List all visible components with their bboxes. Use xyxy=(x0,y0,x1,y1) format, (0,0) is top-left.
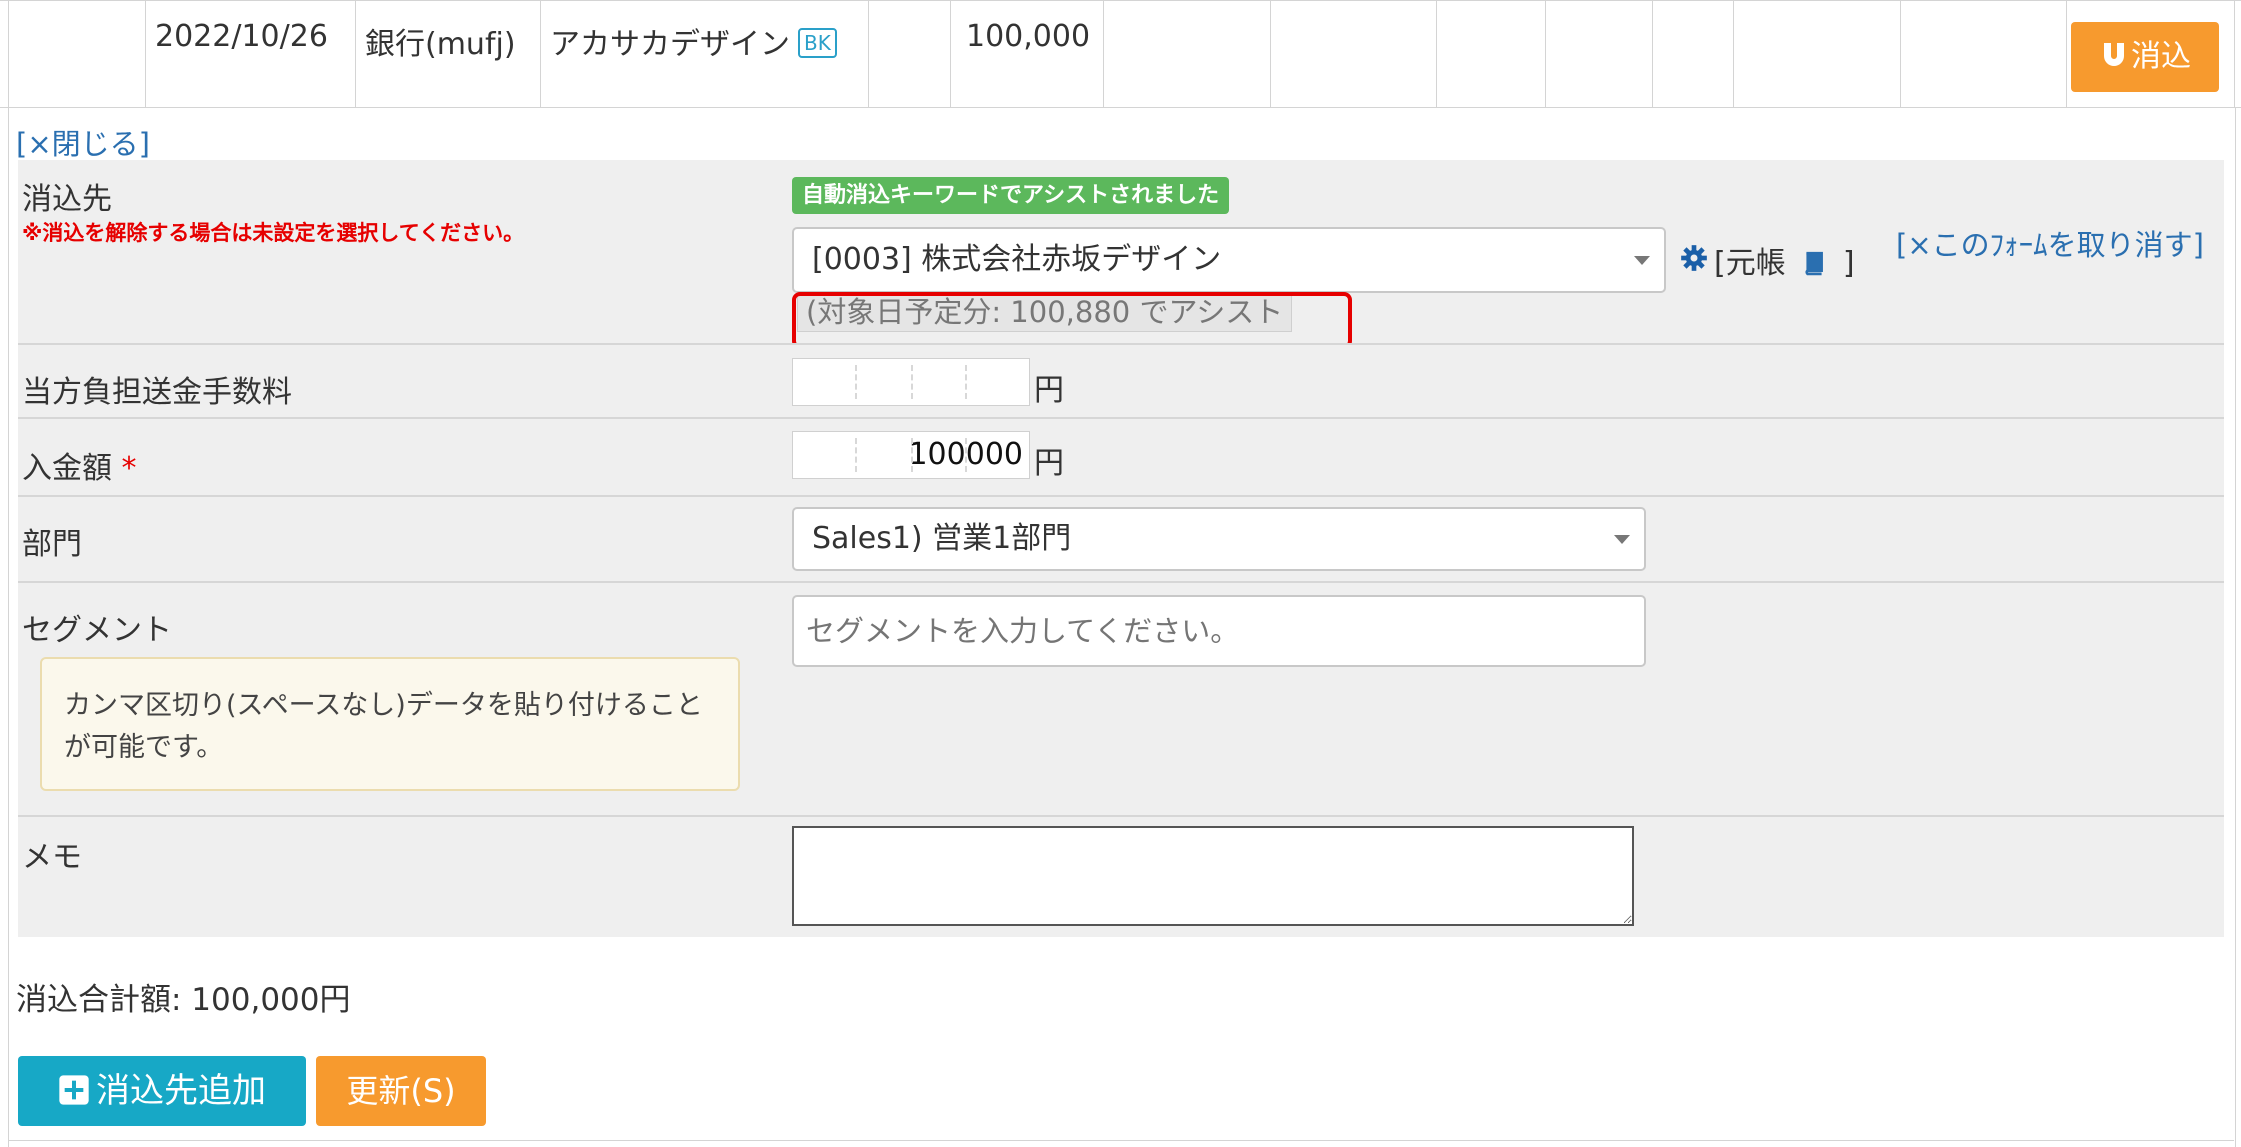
deposit-input[interactable]: 100000 xyxy=(792,431,1030,479)
plus-square-icon xyxy=(59,1075,89,1105)
u-icon xyxy=(2104,43,2124,66)
column-divider xyxy=(2234,1,2235,107)
cancel-form-link[interactable]: [×このﾌｫｰﾑを取り消す] xyxy=(1896,222,2204,264)
column-divider xyxy=(950,1,951,107)
column-divider xyxy=(1545,1,1546,107)
department-selected-value: Sales1) 営業1部門 xyxy=(812,521,1072,556)
deposit-label: 入金額 xyxy=(22,451,112,486)
column-divider xyxy=(2066,1,2067,107)
add-destination-button[interactable]: 消込先追加 xyxy=(18,1056,306,1126)
match-total: 消込合計額: 100,000円 xyxy=(16,982,351,1018)
deposit-label-wrap: 入金額 * xyxy=(22,443,137,487)
segment-input[interactable] xyxy=(792,595,1646,667)
chevron-down-icon xyxy=(1614,535,1630,544)
transaction-account: 銀行(mufj) xyxy=(365,27,516,62)
memo-label: メモ xyxy=(22,840,82,875)
assist-badge: 自動消込キーワードでアシストされました xyxy=(792,177,1230,214)
segment-help: カンマ区切り(スペースなし)データを貼り付けることが可能です。 xyxy=(40,657,740,791)
destination-section: 消込先 ※消込を解除する場合は未設定を選択してください。 自動消込キーワードでア… xyxy=(18,160,2224,349)
segment-row: セグメント カンマ区切り(スペースなし)データを貼り付けることが可能です。 xyxy=(18,583,2224,815)
column-divider xyxy=(868,1,869,107)
close-link[interactable]: [×閉じる] xyxy=(16,121,150,163)
destination-label: 消込先 xyxy=(22,182,112,217)
column-divider xyxy=(355,1,356,107)
ledger-close-text: ] xyxy=(1842,246,1855,281)
column-divider xyxy=(145,1,146,107)
transaction-description: アカサカデザイン BK xyxy=(550,19,837,63)
transaction-amount: 100,000 xyxy=(966,19,1091,54)
memo-row: メモ xyxy=(18,817,2224,937)
gear-icon[interactable] xyxy=(1680,244,1708,272)
column-divider xyxy=(1733,1,1734,107)
transaction-date: 2022/10/26 xyxy=(155,19,328,54)
department-row: 部門 Sales1) 営業1部門 xyxy=(18,497,2224,581)
chevron-down-icon xyxy=(1634,256,1650,265)
fee-unit: 円 xyxy=(1034,373,1064,408)
column-divider xyxy=(1103,1,1104,107)
deposit-unit: 円 xyxy=(1034,446,1064,481)
ledger-open-text: [元帳 xyxy=(1714,246,1786,281)
update-button[interactable]: 更新(S) xyxy=(316,1056,486,1126)
fee-row: 当方負担送金手数料 円 xyxy=(18,345,2224,417)
transaction-row: 2022/10/26 銀行(mufj) アカサカデザイン BK 100,000 消… xyxy=(0,0,2241,108)
book-icon xyxy=(1805,251,1824,276)
column-divider xyxy=(1436,1,1437,107)
deposit-row: 入金額 * 100000 円 xyxy=(18,419,2224,495)
description-text: アカサカデザイン xyxy=(550,27,790,62)
memo-textarea[interactable] xyxy=(792,826,1634,926)
add-destination-label: 消込先追加 xyxy=(96,1071,266,1111)
fee-label: 当方負担送金手数料 xyxy=(22,375,292,410)
destination-selected-value: [0003] 株式会社赤坂デザイン xyxy=(812,242,1222,277)
bk-badge: BK xyxy=(798,28,837,58)
highlight-box xyxy=(792,292,1352,349)
department-select[interactable]: Sales1) 営業1部門 xyxy=(792,507,1646,571)
column-divider xyxy=(1900,1,1901,107)
match-button[interactable]: 消込 xyxy=(2071,22,2219,92)
match-button-label: 消込 xyxy=(2131,39,2191,74)
bottom-border xyxy=(8,1140,2234,1141)
ledger-link[interactable]: [元帳 ] xyxy=(1714,238,1855,282)
destination-note: ※消込を解除する場合は未設定を選択してください。 xyxy=(22,221,525,245)
segment-label: セグメント xyxy=(22,613,172,648)
column-divider xyxy=(1270,1,1271,107)
column-divider xyxy=(540,1,541,107)
fee-input[interactable] xyxy=(792,358,1030,406)
column-divider xyxy=(8,1,9,107)
destination-select[interactable]: [0003] 株式会社赤坂デザイン xyxy=(792,227,1666,293)
department-label: 部門 xyxy=(22,527,82,562)
column-divider xyxy=(1652,1,1653,107)
required-mark: * xyxy=(121,451,137,486)
